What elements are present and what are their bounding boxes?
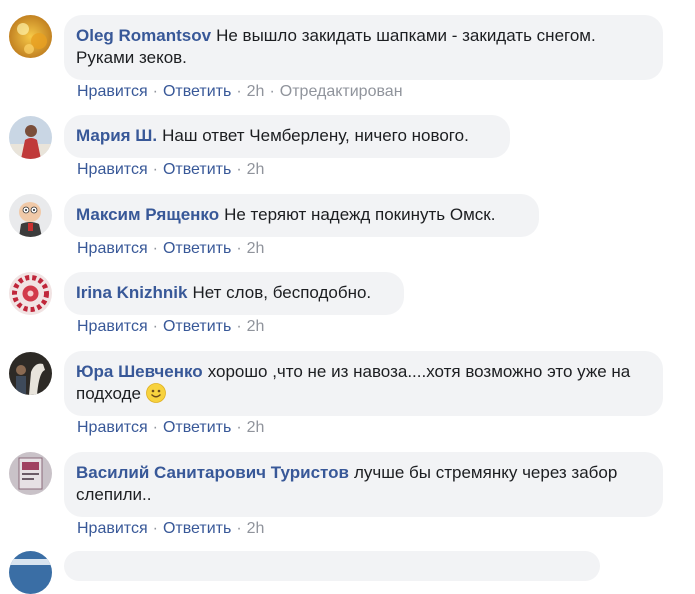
comment-text: Нет слов, бесподобно.	[192, 283, 372, 302]
reply-link[interactable]: Ответить	[163, 161, 231, 178]
comment-bubble: Юра Шевченко хорошо ,что не из навоза....…	[64, 351, 663, 416]
like-link[interactable]: Нравится	[77, 520, 148, 537]
comment-bubble: Василий Санитарович Туристов лучше бы стр…	[64, 452, 663, 517]
comment-author-link[interactable]: Oleg Romantsov	[76, 26, 211, 45]
avatar-yellow-bokeh-image	[9, 15, 52, 58]
avatar-red-pattern-image	[9, 272, 52, 315]
separator-dot: ·	[152, 318, 158, 335]
reply-link[interactable]: Ответить	[163, 240, 231, 257]
separator-dot: ·	[236, 83, 242, 100]
separator-dot: ·	[152, 419, 158, 436]
separator-dot: ·	[152, 161, 158, 178]
comment-bubble: Irina Knizhnik Нет слов, бесподобно.	[64, 272, 404, 315]
comment-actions: Нравится · Ответить · 2h · Отредактирован	[77, 83, 403, 101]
like-link[interactable]: Нравится	[77, 318, 148, 335]
separator-dot: ·	[152, 83, 158, 100]
comment-bubble: Максим Рященко Не теряют надежд покинуть …	[64, 194, 539, 237]
reply-link[interactable]: Ответить	[163, 83, 231, 100]
separator-dot: ·	[236, 520, 242, 537]
avatar[interactable]	[9, 194, 52, 237]
avatar[interactable]	[9, 352, 52, 395]
separator-dot: ·	[269, 83, 275, 100]
avatar[interactable]	[9, 116, 52, 159]
comment-bubble: Oleg Romantsov Не вышло закидать шапками …	[64, 15, 663, 80]
comment-actions: Нравится · Ответить · 2h	[77, 318, 264, 336]
comment-timestamp[interactable]: 2h	[247, 520, 265, 537]
smile-emoji-icon	[145, 383, 166, 403]
avatar-person-with-horse-image	[9, 352, 52, 395]
avatar[interactable]	[9, 551, 52, 594]
avatar[interactable]	[9, 272, 52, 315]
comment-timestamp[interactable]: 2h	[247, 240, 265, 257]
avatar-person-outdoors-image	[9, 116, 52, 159]
comment-bubble-partial	[64, 551, 600, 581]
reply-link[interactable]: Ответить	[163, 419, 231, 436]
comment-timestamp[interactable]: 2h	[247, 419, 265, 436]
comment-author-link[interactable]: Юра Шевченко	[76, 362, 203, 381]
comment-author-link[interactable]: Irina Knizhnik	[76, 283, 187, 302]
edited-label[interactable]: Отредактирован	[280, 83, 403, 100]
avatar-poster-image	[9, 452, 52, 495]
comment-actions: Нравится · Ответить · 2h	[77, 240, 264, 258]
comment-text: Не теряют надежд покинуть Омск.	[224, 205, 496, 224]
reply-link[interactable]: Ответить	[163, 520, 231, 537]
comment-timestamp[interactable]: 2h	[247, 318, 265, 335]
comment-actions: Нравится · Ответить · 2h	[77, 419, 264, 437]
avatar-partial-image	[9, 551, 52, 594]
comment-actions: Нравится · Ответить · 2h	[77, 161, 264, 179]
comment-timestamp[interactable]: 2h	[247, 83, 265, 100]
like-link[interactable]: Нравится	[77, 240, 148, 257]
like-link[interactable]: Нравится	[77, 161, 148, 178]
separator-dot: ·	[236, 240, 242, 257]
comment-author-link[interactable]: Максим Рященко	[76, 205, 219, 224]
like-link[interactable]: Нравится	[77, 83, 148, 100]
like-link[interactable]: Нравится	[77, 419, 148, 436]
comment-text: Наш ответ Чемберлену, ничего нового.	[162, 126, 469, 145]
comment-bubble: Мария Ш. Наш ответ Чемберлену, ничего нов…	[64, 115, 510, 158]
separator-dot: ·	[152, 240, 158, 257]
comment-actions: Нравится · Ответить · 2h	[77, 520, 264, 538]
comment-author-link[interactable]: Мария Ш.	[76, 126, 157, 145]
comment-timestamp[interactable]: 2h	[247, 161, 265, 178]
separator-dot: ·	[152, 520, 158, 537]
avatar-cartoon-character-image	[9, 194, 52, 237]
reply-link[interactable]: Ответить	[163, 318, 231, 335]
separator-dot: ·	[236, 161, 242, 178]
comment-author-link[interactable]: Василий Санитарович Туристов	[76, 463, 349, 482]
avatar[interactable]	[9, 15, 52, 58]
separator-dot: ·	[236, 419, 242, 436]
separator-dot: ·	[236, 318, 242, 335]
avatar[interactable]	[9, 452, 52, 495]
